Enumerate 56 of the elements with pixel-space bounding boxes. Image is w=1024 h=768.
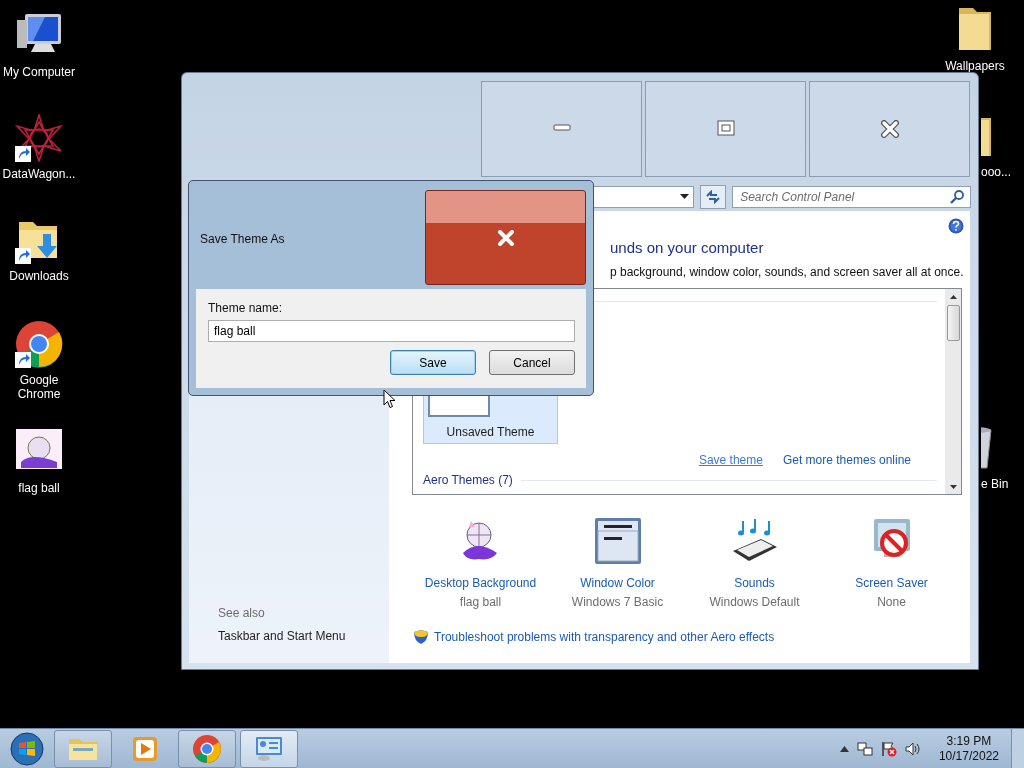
dialog-title: Save Theme As: [200, 232, 285, 246]
troubleshoot-link[interactable]: Troubleshoot problems with transparency and other Aero effects: [434, 630, 775, 644]
taskbar-app-button[interactable]: [54, 729, 112, 768]
page-heading: unds on your computer: [610, 239, 765, 256]
desktop-icon-label[interactable]: e Bin: [981, 477, 1009, 491]
network-icon[interactable]: [856, 740, 873, 757]
close-button[interactable]: [425, 190, 586, 285]
flag-error-icon[interactable]: [880, 740, 897, 757]
desktop-icon-label[interactable]: Wallpapers: [945, 59, 1005, 73]
help-icon[interactable]: [948, 218, 964, 234]
scroll-down-arrow-icon[interactable]: [949, 485, 957, 489]
search-field[interactable]: Search Control Panel: [732, 186, 971, 208]
taskbar-app-button[interactable]: [240, 729, 298, 768]
scroll-up-arrow-icon[interactable]: [949, 295, 957, 299]
section-title: Aero Themes (7): [423, 473, 513, 487]
dialog-button[interactable]: Save: [390, 350, 476, 375]
dialog-button[interactable]: Cancel: [489, 350, 575, 375]
desktop-icon-label[interactable]: ooo...: [981, 165, 1012, 179]
show-hidden-icons-icon[interactable]: [839, 745, 849, 752]
refresh-arrows-icon[interactable]: [705, 190, 722, 204]
clock-date[interactable]: 10/17/2022: [938, 748, 999, 764]
setting-link[interactable]: Screen Saver: [855, 576, 928, 590]
setting-value: flag ball: [459, 595, 502, 609]
page-description: p background, window color, sounds, and screen saver all at once.: [610, 265, 965, 279]
save-theme-link[interactable]: Save theme: [698, 453, 763, 467]
scroll-thumb[interactable]: [946, 305, 960, 341]
refresh-button[interactable]: [700, 185, 727, 209]
desktop-icon-label[interactable]: Downloads: [9, 269, 69, 283]
dropdown-caret-icon[interactable]: [680, 194, 690, 200]
desktop-icon-label[interactable]: flag ball: [18, 481, 60, 495]
taskbar-app-button[interactable]: [178, 729, 236, 768]
speaker-icon[interactable]: [904, 740, 921, 757]
star-drawing[interactable]: [15, 114, 63, 162]
maximize-icon[interactable]: [716, 120, 735, 138]
sidebar-link[interactable]: Taskbar and Start Menu: [218, 629, 389, 643]
setting-value: Windows 7 Basic: [571, 595, 664, 609]
scrollbar[interactable]: [945, 289, 961, 494]
search-icon[interactable]: [950, 190, 964, 204]
window-icon[interactable]: [593, 517, 642, 565]
windows-orb-icon[interactable]: [10, 731, 44, 766]
setting-link[interactable]: Desktop Background: [424, 576, 537, 590]
theme-name-field[interactable]: flag ball: [208, 320, 575, 342]
shield-icon: [413, 629, 429, 645]
setting-link[interactable]: Window Color: [580, 576, 655, 590]
desktop-icon-label[interactable]: Google Chrome: [17, 373, 61, 401]
setting-link[interactable]: Sounds: [734, 576, 775, 590]
close-icon[interactable]: [880, 120, 899, 138]
see-also-label: See also: [218, 606, 266, 620]
get-more-themes-link[interactable]: Get more themes online: [782, 453, 911, 467]
field-label: Theme name:: [208, 301, 284, 315]
desktop-icon-label[interactable]: My Computer: [3, 65, 75, 79]
setting-value: Windows Default: [709, 595, 800, 609]
clock-time[interactable]: 3:19 PM: [946, 733, 992, 749]
setting-value: None: [877, 595, 906, 609]
theme-label: Unsaved Theme: [446, 425, 535, 439]
desktop-icon-label[interactable]: DataWagon...: [2, 167, 76, 181]
